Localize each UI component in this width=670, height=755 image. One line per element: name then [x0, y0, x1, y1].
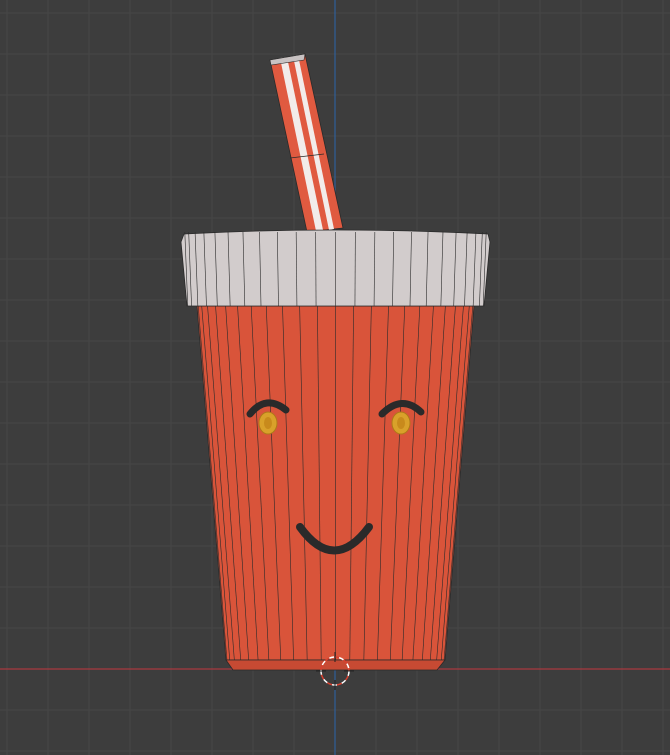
- cup-body: [196, 305, 475, 671]
- straw: [269, 53, 344, 233]
- cup-lid: [180, 229, 491, 307]
- viewport-canvas[interactable]: [0, 0, 670, 755]
- 3d-viewport[interactable]: [0, 0, 670, 755]
